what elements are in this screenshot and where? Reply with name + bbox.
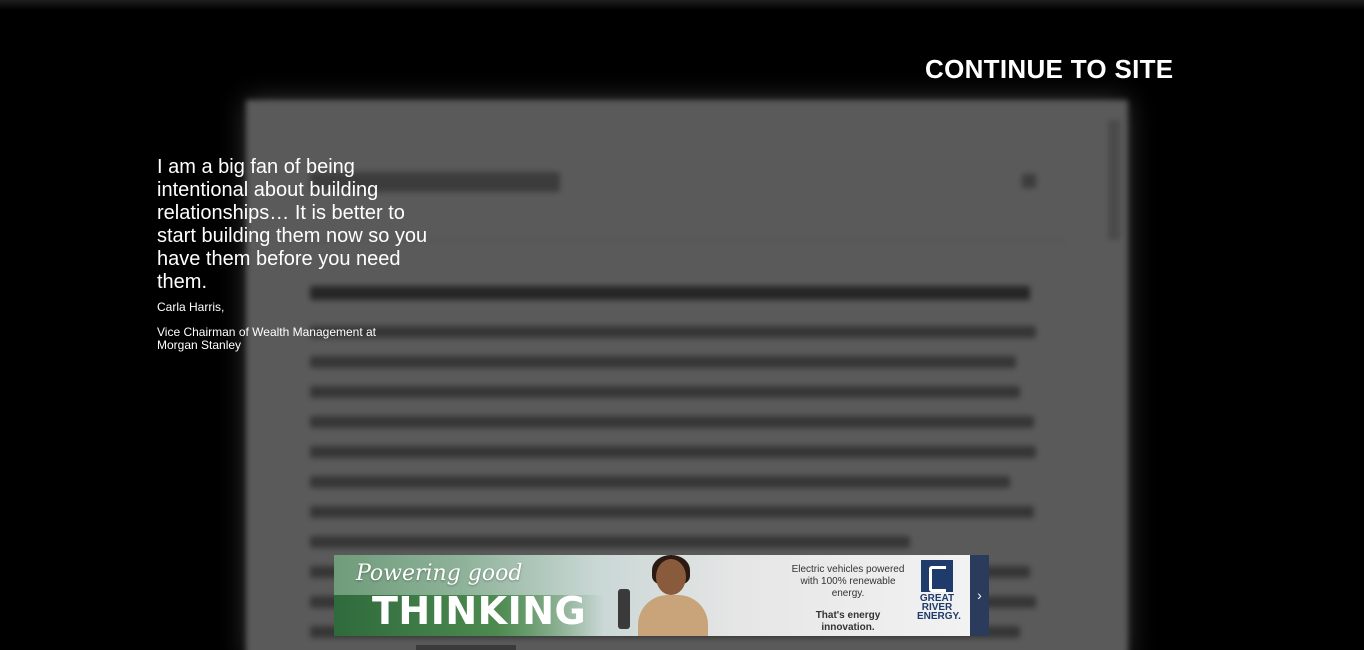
advertisement-banner[interactable]: Powering good THINKING Electric vehicles…: [334, 555, 989, 636]
logo-mark-inner: [929, 566, 946, 592]
ad-next-chevron-icon[interactable]: ›: [970, 555, 989, 636]
quote-block: I am a big fan of being intentional abou…: [157, 156, 437, 352]
blurred-doc-line: [310, 416, 1034, 428]
blurred-doc-scrollbar: [1108, 120, 1120, 240]
page: CONTINUE TO SITE I am a big fan of being…: [0, 0, 1364, 650]
ad-tagline: Powering good: [356, 561, 523, 586]
great-river-energy-logo-icon: [921, 560, 953, 592]
logo-brand-line-3: ENERGY.: [917, 611, 961, 622]
ad-person-body: [638, 595, 708, 636]
bottom-scroll-tab: [416, 645, 516, 650]
blurred-doc-line: [310, 476, 1010, 488]
blurred-doc-line: [310, 506, 1034, 518]
blurred-doc-line: [310, 446, 1036, 458]
blurred-doc-line: [310, 356, 1016, 368]
quote-author-role: Vice Chairman of Wealth Management at Mo…: [157, 325, 377, 352]
ad-headline: THINKING: [372, 589, 587, 633]
ad-person-image: [618, 555, 714, 636]
quote-text: I am a big fan of being intentional abou…: [157, 156, 428, 293]
ad-copy-sub: That's energy innovation.: [815, 610, 881, 633]
browser-top-strip: [0, 0, 1364, 10]
ad-ev-charger: [618, 589, 630, 629]
quote-author: Carla Harris,: [157, 300, 225, 314]
continue-to-site-button[interactable]: CONTINUE TO SITE: [925, 54, 1173, 85]
ad-person-head: [656, 559, 686, 595]
blurred-doc-line: [310, 386, 1020, 398]
great-river-energy-logo: GREAT RIVER ENERGY.: [917, 560, 961, 622]
ad-copy: Electric vehicles powered with 100% rene…: [789, 564, 907, 634]
ad-copy-main: Electric vehicles powered with 100% rene…: [791, 564, 905, 599]
blurred-doc-line: [310, 536, 910, 548]
blurred-doc-close-icon: [1022, 174, 1036, 188]
